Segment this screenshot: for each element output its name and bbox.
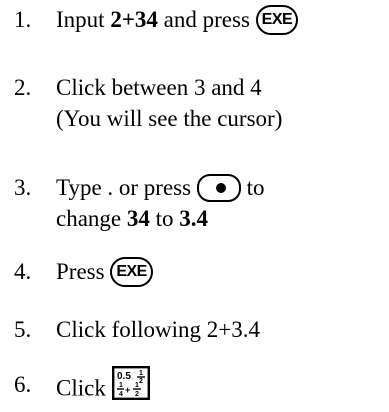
svg-text:4: 4 [119, 391, 123, 398]
svg-text:1: 1 [135, 382, 139, 389]
text-segment: Press [56, 259, 105, 284]
step-text: Press EXE [56, 256, 153, 289]
bold-expression: 3.4 [179, 206, 209, 231]
svg-text:1: 1 [119, 382, 123, 389]
svg-text:2: 2 [139, 378, 143, 385]
decimal-point-key-icon [196, 173, 241, 202]
step-text: Click following 2+3.4 [56, 317, 260, 342]
text-segment: Input [56, 7, 111, 32]
text-segment: to [240, 175, 265, 200]
step-text-line2: change 34 to 3.4 [56, 203, 208, 234]
step-number: 6. [14, 372, 32, 397]
step-text-line1: Type . or press to [56, 172, 264, 204]
exe-key-icon: EXE [255, 4, 299, 35]
text-segment: to [149, 206, 180, 231]
exe-key-icon: EXE [110, 256, 153, 287]
step-number: 1. [14, 7, 32, 32]
bold-expression: 2+34 [110, 7, 158, 32]
svg-text:+: + [125, 385, 130, 395]
svg-text:2: 2 [135, 391, 139, 398]
step-number: 4. [14, 259, 32, 284]
step-number: 2. [14, 75, 32, 100]
text-segment: Click [56, 375, 106, 401]
step-text-line2: (You will see the cursor) [56, 106, 283, 131]
svg-text:1: 1 [139, 370, 143, 377]
step-number: 5. [14, 317, 32, 342]
step-text: Click 0.5 1 2 1 4 + 1 2 [56, 366, 150, 411]
fraction-decimal-toggle-icon: 0.5 1 2 1 4 + 1 2 [111, 366, 150, 408]
step-text-line1: Click between 3 and 4 [56, 75, 262, 100]
text-segment: and press [157, 7, 250, 32]
bold-expression: 34 [126, 206, 150, 231]
text-segment: change [56, 206, 127, 231]
step-number: 3. [14, 175, 32, 200]
text-segment: Type . or press [56, 175, 192, 200]
svg-text:0.5: 0.5 [117, 371, 131, 382]
step-text: Input 2+34 and press EXE [56, 4, 299, 37]
